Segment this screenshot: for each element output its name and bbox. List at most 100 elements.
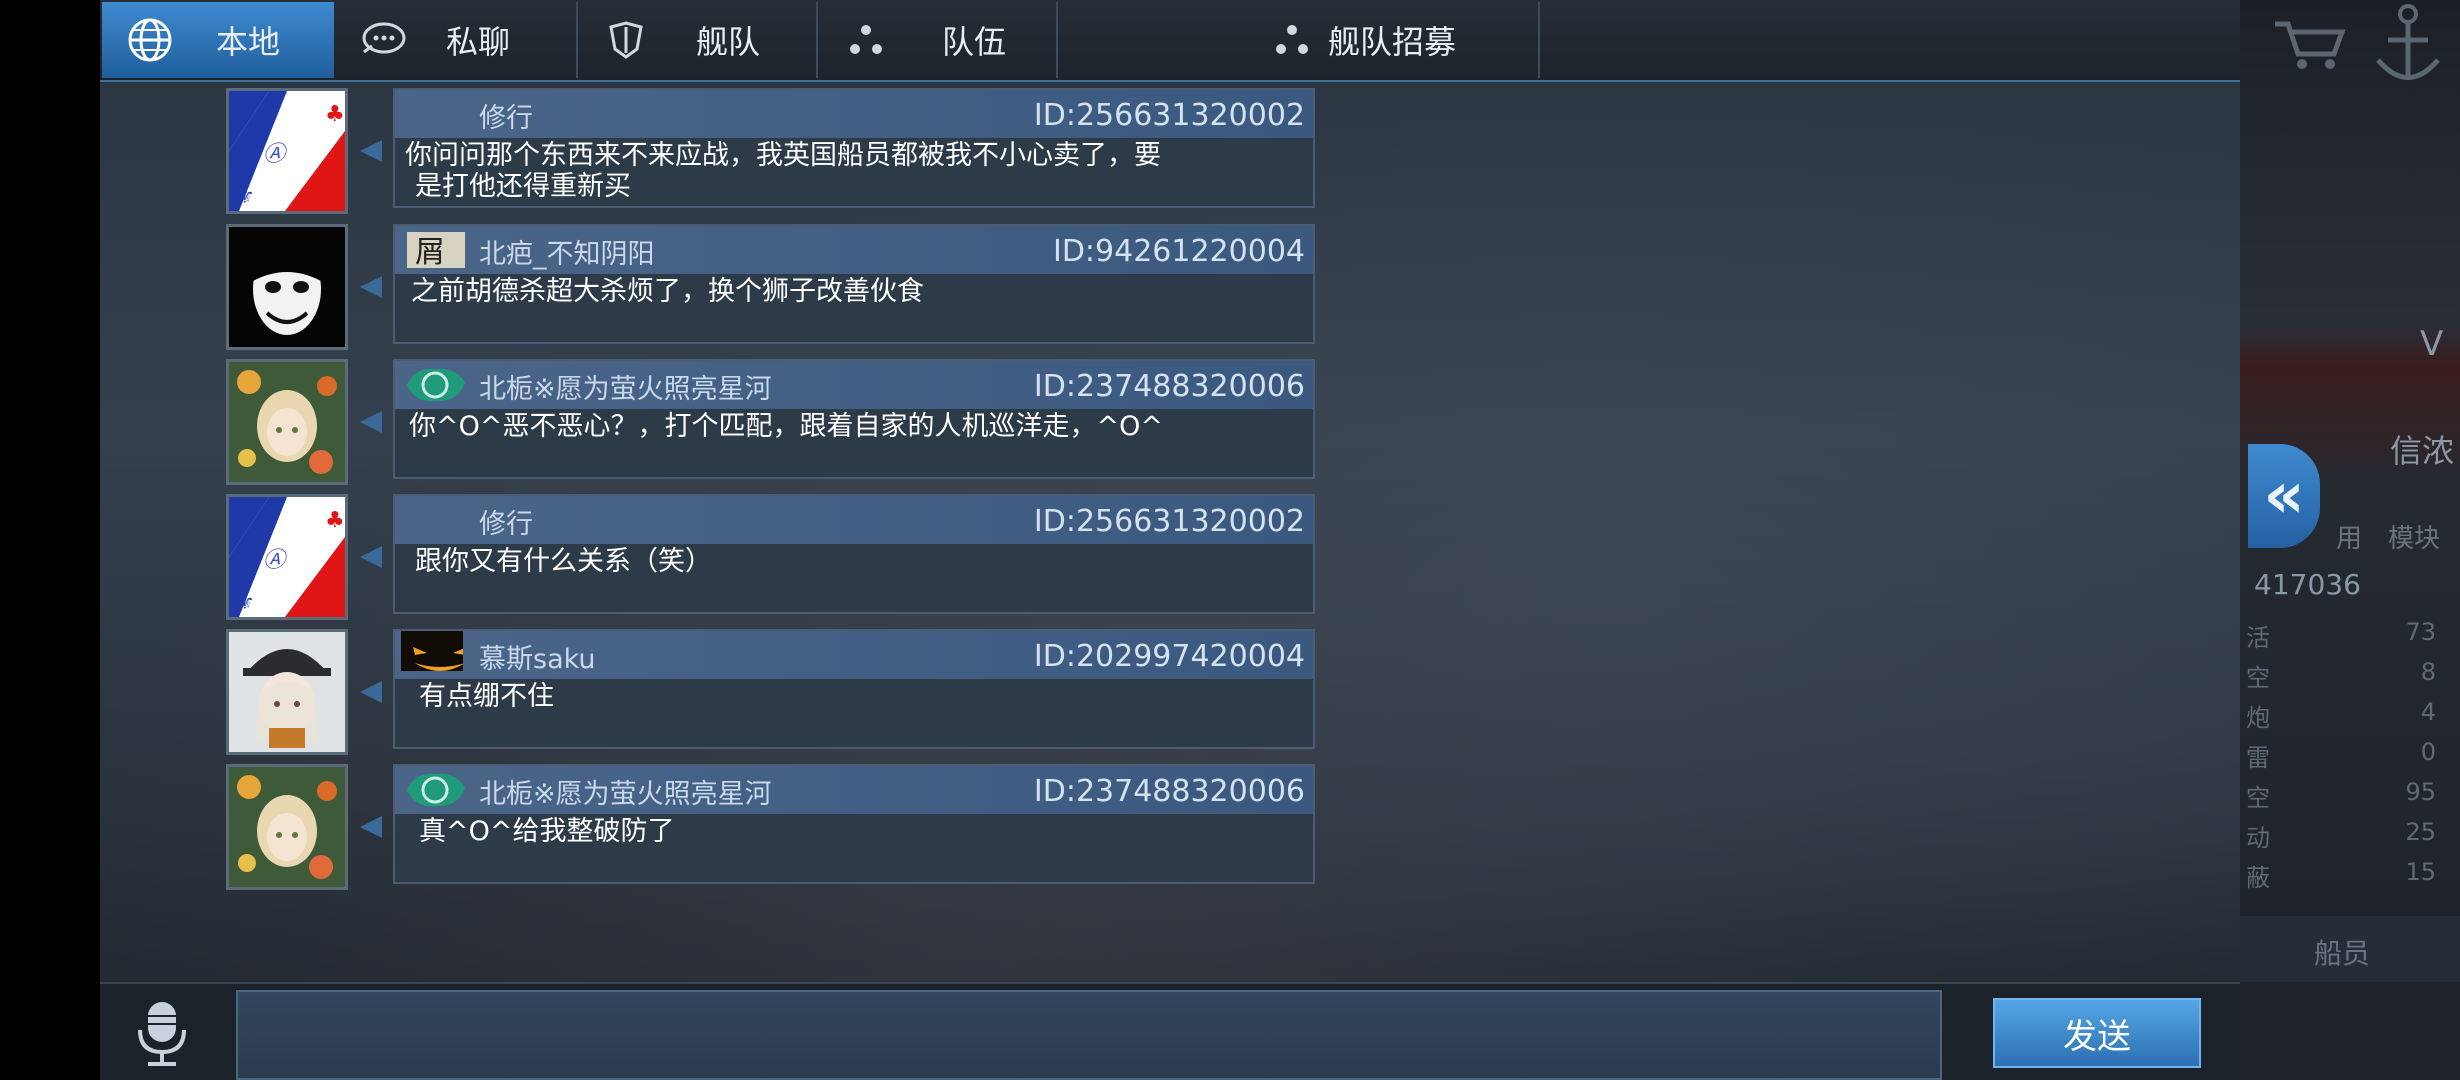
sender-name[interactable]: 慕斯saku [479,637,596,676]
double-chevron-left-icon: « [2263,459,2305,533]
stat-key: 空 [2246,664,2270,692]
tab-team[interactable]: 队伍 [818,2,1058,78]
sender-id: ID:237488320006 [1033,774,1305,809]
stat-value: 0 [2420,738,2436,766]
bubble-pointer [360,546,382,568]
ship-name-partial: 信浓 [2390,432,2455,470]
stat-value: 15 [2405,858,2436,886]
avatar[interactable] [226,629,348,755]
chat-message: 屑 北疤_不知阴阳 ID:94261220004 之前胡德杀超大杀烦了，换个狮子… [226,224,1416,350]
anime-girl-flowers-avatar-icon [229,767,345,887]
sender-name[interactable]: 修行 [479,96,533,135]
chat-bubble-icon [352,10,412,70]
chat-message: 慕斯saku ID:202997420004 有点绷不住 [226,629,1416,755]
stat-key: 空 [2246,784,2270,812]
chat-tab-bar: 本地 私聊 舰队 队伍 舰队招募 [100,0,2240,82]
stat-row: 炮4 [2246,698,2436,734]
message-bubble: 慕斯saku ID:202997420004 有点绷不住 [393,629,1315,749]
message-input[interactable] [236,990,1942,1080]
stat-value: 25 [2405,818,2436,846]
crew-button-label: 船员 [2314,937,2371,970]
tab-private-chat[interactable]: 私聊 [334,2,578,78]
message-text: 你问问那个东西来不来应战，我英国船员都被我不小心卖了，要 是打他还得重新买 [405,140,1285,202]
jade-badge-icon [407,773,465,807]
chat-input-bar: 发送 [100,982,2240,1080]
message-header: 修行 ID:256631320002 [395,496,1313,544]
svg-text:屑: 屑 [415,235,445,270]
message-line: 是打他还得重新买 [415,171,631,202]
chat-message: 北栀※愿为萤火照亮星河 ID:237488320006 真^O^给我整破防了 [226,764,1416,890]
tab-fleet-recruit[interactable]: 舰队招募 [1258,2,1540,78]
tab-label: 本地 [216,23,281,61]
message-line: 之前胡德杀超大杀烦了，换个狮子改善伙食 [411,276,924,307]
stat-value: 4 [2420,698,2436,726]
message-bubble: 屑 北疤_不知阴阳 ID:94261220004 之前胡德杀超大杀烦了，换个狮子… [393,224,1315,344]
message-text: 真^O^给我整破防了 [405,816,1285,847]
stat-row: 空 95 [2246,778,2436,814]
exp-value: 417036 [2254,568,2361,601]
avatar[interactable] [226,224,348,350]
collapse-chat-button[interactable]: « [2248,444,2320,548]
sender-id: ID:256631320002 [1033,504,1305,539]
sender-id: ID:94261220004 [1052,234,1305,269]
sender-name[interactable]: 修行 [479,502,533,541]
sender-name[interactable]: 北疤_不知阴阳 [479,232,655,271]
svg-text:⚜: ⚜ [235,184,255,209]
message-header: 修行 ID:256631320002 [395,90,1313,138]
globe-icon [120,10,180,70]
stat-row: 动 25 [2246,818,2436,854]
chat-message: ♣ ⚜ Ⓐ 修行 ID:256631320002 你问问那个东西来不来应战，我英… [226,88,1416,214]
side-button-label-2[interactable]: 模块 [2388,518,2440,555]
svg-text:Ⓐ: Ⓐ [263,548,288,573]
tab-local[interactable]: 本地 [102,2,334,78]
svg-text:♣: ♣ [325,102,345,127]
team-icon [836,10,896,70]
bubble-pointer [360,816,382,838]
side-button-label-1[interactable]: 用 [2336,518,2362,555]
anime-girl-flowers-avatar-icon [229,362,345,482]
send-button[interactable]: 发送 [1993,998,2201,1068]
message-line: 有点绷不住 [419,681,554,712]
tab-label: 队伍 [942,23,1007,61]
sender-name[interactable]: 北栀※愿为萤火照亮星河 [479,772,772,811]
crew-button[interactable]: 船员 [2240,916,2460,982]
avatar[interactable] [226,359,348,485]
avatar[interactable]: ♣ ⚜ Ⓐ [226,494,348,620]
sender-name[interactable]: 北栀※愿为萤火照亮星河 [479,367,772,406]
chat-message: 北栀※愿为萤火照亮星河 ID:237488320006 你^O^恶不恶心？，打个… [226,359,1416,485]
microphone-icon[interactable] [134,998,190,1068]
anchor-icon[interactable] [2358,0,2458,90]
stat-key: 活 [2246,624,2270,652]
team-icon [1262,10,1322,70]
pale-face-avatar-icon [229,227,345,347]
game-screen: V 信浓 用 模块 417036 船员 活 73 空8 炮4 雷0 空 95 动 25… [0,0,2460,1080]
send-button-label: 发送 [2063,1016,2131,1057]
message-line: 你^O^恶不恶心？，打个匹配，跟着自家的人机巡洋走，^O^ [409,411,1163,442]
chat-message: ♣ ⚜ Ⓐ 修行 ID:256631320002 跟你又有什么关系（笑） [226,494,1416,620]
sender-id: ID:256631320002 [1033,98,1305,133]
message-text: 你^O^恶不恶心？，打个匹配，跟着自家的人机巡洋走，^O^ [405,411,1285,442]
svg-text:Ⓐ: Ⓐ [263,142,288,167]
avatar[interactable]: ♣ ⚜ Ⓐ [226,88,348,214]
svg-text:♣: ♣ [325,508,345,533]
message-header: 屑 北疤_不知阴阳 ID:94261220004 [395,226,1313,274]
tab-label: 舰队招募 [1328,23,1457,61]
stat-value: 8 [2420,658,2436,686]
left-letterbox [0,0,100,1080]
bubble-pointer [360,411,382,433]
stat-row: 空8 [2246,658,2436,694]
sender-id: ID:237488320006 [1033,369,1305,404]
avatar[interactable] [226,764,348,890]
svg-text:⚜: ⚜ [235,590,255,615]
stat-row: 雷0 [2246,738,2436,774]
chat-panel: 本地 私聊 舰队 队伍 舰队招募 ♣ ⚜ Ⓐ 修行 ID:25663132000… [100,0,2240,1080]
french-flag-avatar-icon: ♣ ⚜ Ⓐ [229,497,345,617]
message-line: 你问问那个东西来不来应战，我英国船员都被我不小心卖了，要 [405,140,1161,171]
shop-cart-icon[interactable] [2270,12,2350,72]
stat-value: 95 [2405,778,2436,806]
message-text: 之前胡德杀超大杀烦了，换个狮子改善伙食 [405,276,1285,307]
tab-fleet[interactable]: 舰队 [578,2,818,78]
message-line: 真^O^给我整破防了 [419,816,675,847]
bubble-pointer [360,140,382,162]
stat-row: 活 73 [2246,618,2436,654]
